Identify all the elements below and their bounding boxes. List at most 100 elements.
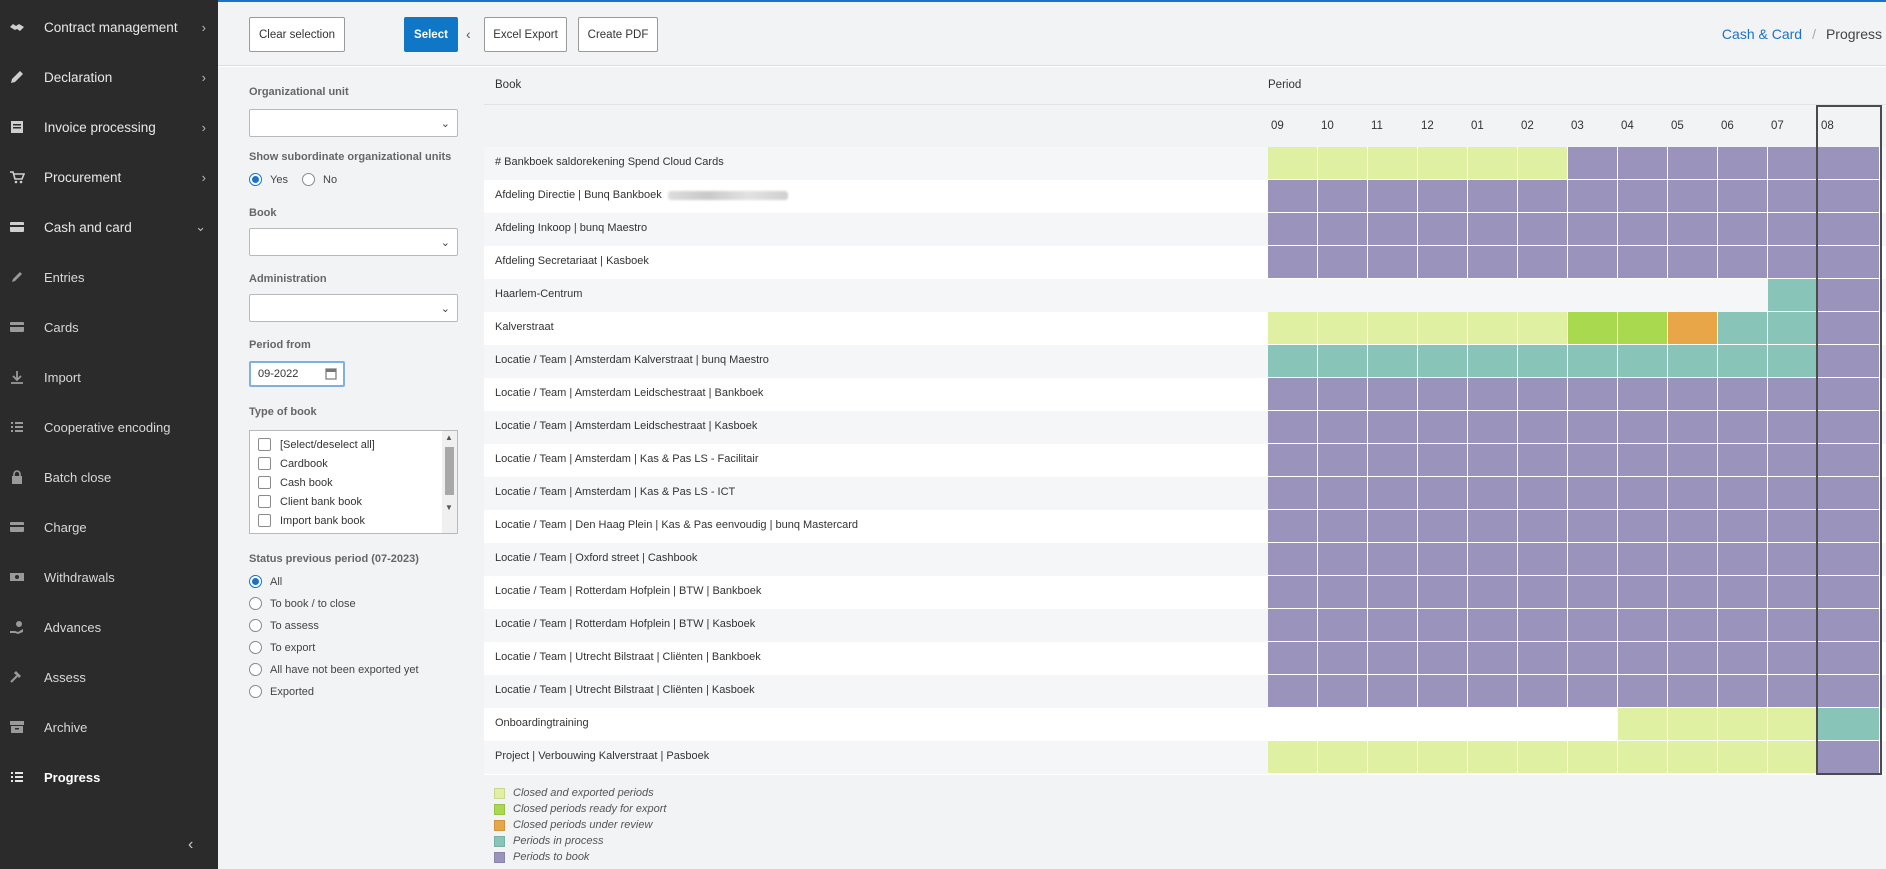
type-checkbox-import-bank-book[interactable]: Import bank book bbox=[258, 514, 365, 527]
period-cell[interactable] bbox=[1718, 642, 1768, 675]
period-cell[interactable] bbox=[1668, 246, 1718, 279]
period-cell[interactable] bbox=[1668, 213, 1718, 246]
period-cell[interactable] bbox=[1618, 609, 1668, 642]
period-cell[interactable] bbox=[1418, 345, 1468, 378]
period-cell[interactable] bbox=[1318, 675, 1368, 708]
period-cell[interactable] bbox=[1368, 411, 1418, 444]
period-cell[interactable] bbox=[1568, 147, 1618, 180]
period-cell[interactable] bbox=[1718, 411, 1768, 444]
scroll-up-icon[interactable]: ▲ bbox=[445, 433, 453, 442]
table-row[interactable]: Locatie / Team | Amsterdam Leidschestraa… bbox=[484, 378, 1886, 411]
collapse-sidebar-button[interactable]: ‹ bbox=[188, 836, 193, 854]
period-cell[interactable] bbox=[1568, 246, 1618, 279]
period-cell[interactable] bbox=[1468, 312, 1518, 345]
period-cell[interactable] bbox=[1768, 411, 1818, 444]
period-cell[interactable] bbox=[1268, 312, 1318, 345]
period-cell[interactable] bbox=[1518, 576, 1568, 609]
period-cell[interactable] bbox=[1368, 312, 1418, 345]
period-cell[interactable] bbox=[1368, 147, 1418, 180]
scroll-down-icon[interactable]: ▼ bbox=[445, 503, 453, 512]
period-cell[interactable] bbox=[1568, 576, 1618, 609]
sidebar-item-cards[interactable]: Cards bbox=[0, 302, 218, 352]
status-radio-to-book[interactable]: To book / to close bbox=[249, 597, 356, 610]
period-cell[interactable] bbox=[1668, 741, 1718, 774]
period-cell[interactable] bbox=[1518, 312, 1568, 345]
period-cell[interactable] bbox=[1468, 477, 1518, 510]
period-cell[interactable] bbox=[1318, 312, 1368, 345]
period-cell[interactable] bbox=[1718, 147, 1768, 180]
subordinate-yes-radio[interactable]: Yes bbox=[249, 173, 288, 186]
period-cell[interactable] bbox=[1768, 576, 1818, 609]
period-cell[interactable] bbox=[1618, 576, 1668, 609]
period-cell[interactable] bbox=[1268, 543, 1318, 576]
breadcrumb-cash-card[interactable]: Cash & Card bbox=[1722, 26, 1802, 42]
period-cell[interactable] bbox=[1468, 675, 1518, 708]
select-button[interactable]: Select bbox=[404, 17, 458, 52]
period-cell[interactable] bbox=[1618, 378, 1668, 411]
period-cell[interactable] bbox=[1668, 312, 1718, 345]
period-cell[interactable] bbox=[1568, 675, 1618, 708]
period-cell[interactable] bbox=[1418, 543, 1468, 576]
period-cell[interactable] bbox=[1668, 444, 1718, 477]
create-pdf-button[interactable]: Create PDF bbox=[578, 17, 658, 52]
period-cell[interactable] bbox=[1418, 609, 1468, 642]
period-cell[interactable] bbox=[1368, 444, 1418, 477]
period-cell[interactable] bbox=[1668, 180, 1718, 213]
period-cell[interactable] bbox=[1618, 510, 1668, 543]
checkbox[interactable] bbox=[258, 495, 271, 508]
period-cell[interactable] bbox=[1318, 180, 1368, 213]
type-of-book-list[interactable]: [Select/deselect all] Cardbook Cash book… bbox=[249, 430, 458, 534]
period-cell[interactable] bbox=[1768, 312, 1818, 345]
period-cell[interactable] bbox=[1618, 147, 1668, 180]
period-cell[interactable] bbox=[1318, 444, 1368, 477]
table-row[interactable]: Project | Verbouwing Kalverstraat | Pasb… bbox=[484, 741, 1886, 774]
period-cell[interactable] bbox=[1518, 741, 1568, 774]
status-radio-to-assess[interactable]: To assess bbox=[249, 619, 319, 632]
type-checkbox-cardbook[interactable]: Cardbook bbox=[258, 457, 328, 470]
type-checkbox-cash-book[interactable]: Cash book bbox=[258, 476, 333, 489]
period-cell[interactable] bbox=[1718, 180, 1768, 213]
period-cell[interactable] bbox=[1768, 642, 1818, 675]
period-cell[interactable] bbox=[1268, 477, 1318, 510]
clear-selection-button[interactable]: Clear selection bbox=[249, 17, 345, 52]
period-cell[interactable] bbox=[1768, 477, 1818, 510]
period-cell[interactable] bbox=[1718, 477, 1768, 510]
sidebar-item-entries[interactable]: Entries bbox=[0, 252, 218, 302]
period-cell[interactable] bbox=[1268, 576, 1318, 609]
period-cell[interactable] bbox=[1768, 378, 1818, 411]
book-select[interactable]: ⌄ bbox=[249, 228, 458, 256]
period-cell[interactable] bbox=[1618, 213, 1668, 246]
period-cell[interactable] bbox=[1768, 675, 1818, 708]
period-cell[interactable] bbox=[1568, 411, 1618, 444]
status-radio-exported[interactable]: Exported bbox=[249, 685, 314, 698]
period-cell[interactable] bbox=[1818, 345, 1880, 378]
sidebar-item-advances[interactable]: Advances bbox=[0, 602, 218, 652]
sidebar-item-contract-management[interactable]: Contract management › bbox=[0, 2, 218, 52]
period-cell[interactable] bbox=[1368, 741, 1418, 774]
period-cell[interactable] bbox=[1718, 609, 1768, 642]
period-cell[interactable] bbox=[1768, 213, 1818, 246]
period-cell[interactable] bbox=[1318, 147, 1368, 180]
period-cell[interactable] bbox=[1518, 246, 1568, 279]
period-cell[interactable] bbox=[1668, 708, 1718, 741]
sidebar-item-withdrawals[interactable]: Withdrawals bbox=[0, 552, 218, 602]
sidebar-item-batch-close[interactable]: Batch close bbox=[0, 452, 218, 502]
period-cell[interactable] bbox=[1368, 543, 1418, 576]
radio-button[interactable] bbox=[249, 575, 262, 588]
table-row[interactable]: Afdeling Secretariaat | Kasboek bbox=[484, 246, 1886, 279]
table-row[interactable]: Afdeling Directie | Bunq Bankboek bbox=[484, 180, 1886, 213]
period-cell[interactable] bbox=[1268, 180, 1318, 213]
period-cell[interactable] bbox=[1668, 510, 1718, 543]
period-cell[interactable] bbox=[1818, 246, 1880, 279]
sidebar-item-procurement[interactable]: Procurement › bbox=[0, 152, 218, 202]
period-cell[interactable] bbox=[1668, 147, 1718, 180]
period-cell[interactable] bbox=[1418, 642, 1468, 675]
period-cell[interactable] bbox=[1568, 213, 1618, 246]
period-cell[interactable] bbox=[1718, 708, 1768, 741]
radio-button[interactable] bbox=[249, 619, 262, 632]
period-cell[interactable] bbox=[1668, 642, 1718, 675]
period-cell[interactable] bbox=[1568, 609, 1618, 642]
period-cell[interactable] bbox=[1468, 180, 1518, 213]
period-from-input[interactable]: 09-2022 bbox=[249, 361, 345, 387]
period-cell[interactable] bbox=[1468, 609, 1518, 642]
